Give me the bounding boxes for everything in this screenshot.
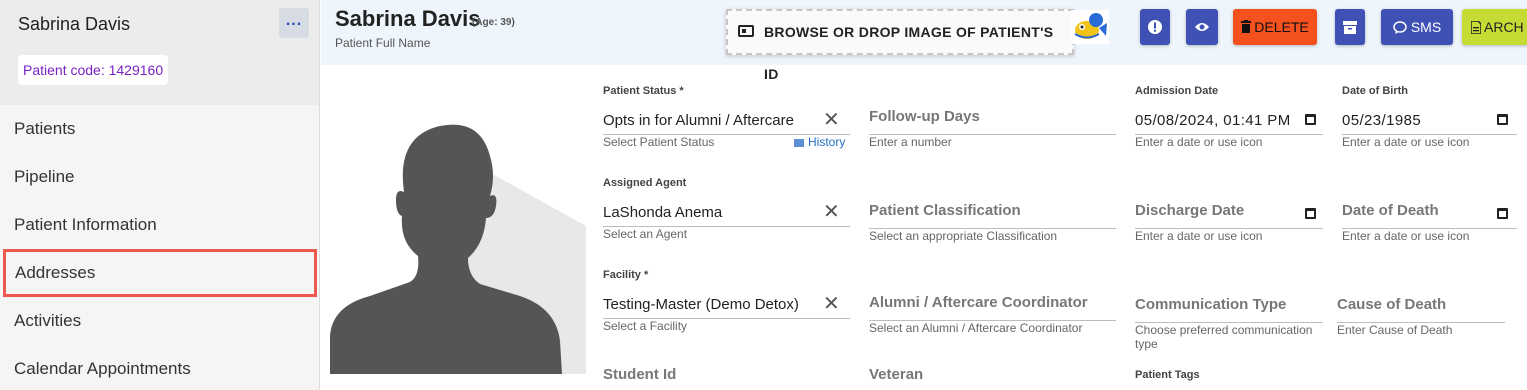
coordinator-select[interactable]: Alumni / Aftercare Coordinator	[869, 294, 1088, 311]
facility-help: Select a Facility	[603, 319, 688, 333]
sidebar: Sabrina Davis ... Patient code: 1429160 …	[0, 0, 320, 390]
archive-box-icon	[1343, 21, 1357, 34]
document-icon	[1470, 20, 1482, 35]
assigned-agent-label: Assigned Agent	[603, 177, 687, 189]
patient-status-help: Select Patient Status	[603, 135, 715, 149]
page-subtitle: Patient Full Name	[335, 36, 431, 50]
dob-input[interactable]: 05/23/1985	[1342, 112, 1421, 129]
chat-icon	[1393, 21, 1407, 34]
sidebar-item-patients[interactable]: Patients	[0, 105, 319, 153]
sidebar-item-addresses[interactable]: Addresses	[3, 249, 317, 297]
sidebar-patient-name: Sabrina Davis	[18, 14, 131, 34]
patient-status-label: Patient Status *	[603, 85, 684, 97]
coordinator-help: Select an Alumni / Aftercare Coordinator	[869, 321, 1083, 335]
page-title: Sabrina Davis	[335, 6, 481, 31]
sms-button[interactable]: SMS	[1381, 9, 1453, 45]
student-id-input[interactable]: Student Id	[603, 366, 676, 383]
patient-header: Sabrina Davis (Age: 39) Patient Full Nam…	[321, 0, 1527, 82]
clear-facility-icon[interactable]: ✕	[823, 294, 840, 314]
dob-label: Date of Birth	[1342, 85, 1408, 97]
follow-up-days-input[interactable]: Follow-up Days	[869, 108, 980, 125]
dropzone-label: BROWSE OR DROP IMAGE OF PATIENT'S ID	[764, 24, 1054, 82]
veteran-select[interactable]: Veteran	[869, 366, 923, 383]
trash-icon	[1241, 20, 1252, 33]
discharge-date-input[interactable]: Discharge Date	[1135, 202, 1244, 219]
delete-button[interactable]: DELETE	[1233, 9, 1317, 45]
info-icon	[1148, 20, 1162, 34]
patient-tags-label: Patient Tags	[1135, 369, 1200, 381]
patient-code-badge: Patient code: 1429160	[18, 55, 169, 85]
dob-help: Enter a date or use icon	[1342, 135, 1470, 149]
facility-label: Facility *	[603, 269, 649, 281]
communication-type-select[interactable]: Communication Type	[1135, 296, 1286, 313]
more-options-button[interactable]: ...	[279, 8, 309, 38]
sidebar-item-calendar-appointments[interactable]: Calendar Appointments	[0, 345, 319, 390]
facility-select[interactable]: Testing-Master (Demo Detox)	[603, 296, 799, 313]
admission-date-input[interactable]: 05/08/2024, 01:41 PM	[1135, 112, 1291, 129]
eye-icon	[1195, 23, 1209, 31]
patient-photo[interactable]	[330, 96, 586, 374]
delete-label: DELETE	[1254, 19, 1309, 35]
assigned-agent-help: Select an Agent	[603, 227, 688, 241]
view-button[interactable]	[1186, 9, 1218, 45]
follow-up-help: Enter a number	[869, 135, 952, 149]
discharge-calendar-icon[interactable]	[1305, 208, 1316, 219]
communication-help: Choose preferred communication type	[1135, 323, 1313, 351]
app-root: Sabrina Davis ... Patient code: 1429160 …	[0, 0, 1527, 390]
admission-date-help: Enter a date or use icon	[1135, 135, 1263, 149]
classification-help: Select an appropriate Classification	[869, 229, 1058, 243]
sidebar-header: Sabrina Davis ... Patient code: 1429160	[0, 0, 319, 105]
discharge-date-help: Enter a date or use icon	[1135, 229, 1263, 243]
mascot-logo-icon	[1071, 10, 1109, 44]
history-link[interactable]: History	[794, 135, 845, 149]
admission-date-label: Admission Date	[1135, 85, 1219, 97]
history-label: History	[808, 135, 846, 149]
cause-of-death-help: Enter Cause of Death	[1337, 323, 1453, 337]
patient-classification-select[interactable]: Patient Classification	[869, 202, 1021, 219]
date-of-death-help: Enter a date or use icon	[1342, 229, 1470, 243]
date-of-death-input[interactable]: Date of Death	[1342, 202, 1439, 219]
patient-status-select[interactable]: Opts in for Alumni / Aftercare	[603, 112, 794, 129]
id-image-dropzone[interactable]: BROWSE OR DROP IMAGE OF PATIENT'S ID	[726, 9, 1074, 82]
archive-button[interactable]: ARCH	[1462, 9, 1527, 45]
dob-calendar-icon[interactable]	[1497, 114, 1508, 125]
assigned-agent-select[interactable]: LaShonda Anema	[603, 204, 722, 221]
sidebar-item-activities[interactable]: Activities	[0, 297, 319, 345]
archive-box-button[interactable]	[1335, 9, 1365, 45]
clear-status-icon[interactable]: ✕	[823, 110, 840, 130]
archive-label: ARCH	[1484, 19, 1524, 35]
patient-age: (Age: 39)	[472, 17, 515, 28]
sidebar-item-pipeline[interactable]: Pipeline	[0, 153, 319, 201]
person-silhouette-icon	[330, 124, 586, 374]
death-calendar-icon[interactable]	[1497, 208, 1508, 219]
sms-label: SMS	[1410, 19, 1442, 35]
id-card-icon	[738, 25, 754, 37]
history-icon	[794, 139, 804, 147]
cause-of-death-input[interactable]: Cause of Death	[1337, 296, 1446, 313]
info-button[interactable]	[1140, 9, 1170, 45]
sidebar-item-patient-information[interactable]: Patient Information	[0, 201, 319, 249]
clear-agent-icon[interactable]: ✕	[823, 202, 840, 222]
admission-calendar-icon[interactable]	[1305, 114, 1316, 125]
